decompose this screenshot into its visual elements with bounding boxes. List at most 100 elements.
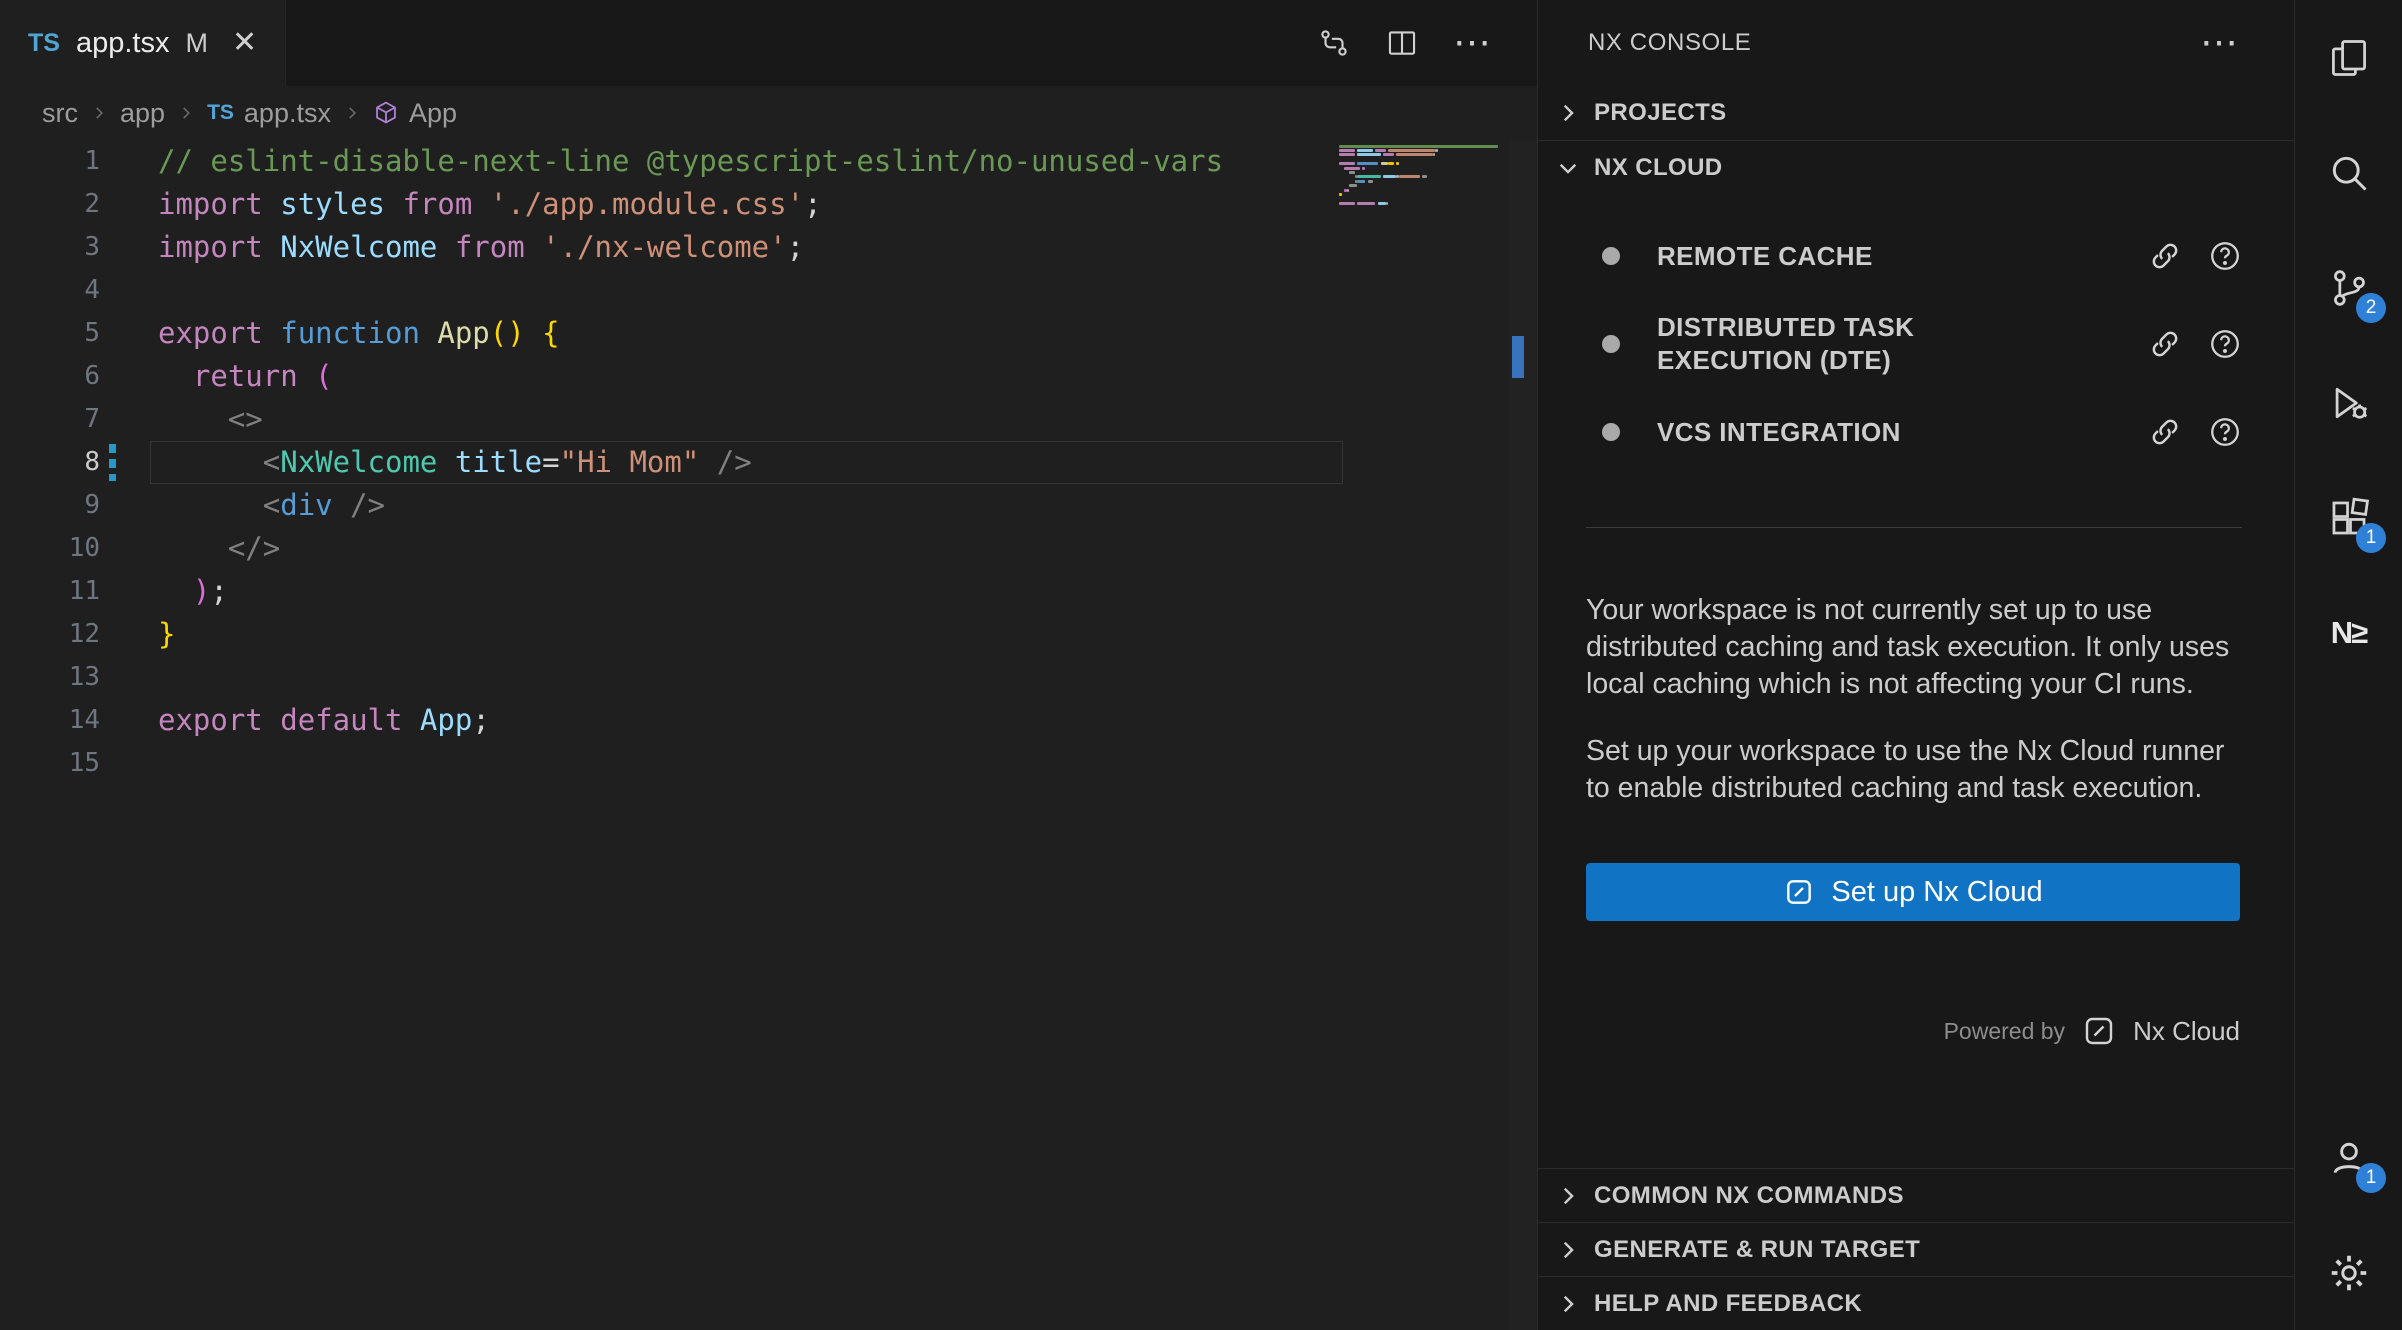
code-text: export function App() { [158,312,560,355]
split-editor-icon[interactable] [1385,26,1419,60]
git-modified-gutter-decoration [109,444,116,481]
close-icon[interactable]: ✕ [232,28,257,58]
section-label: COMMON NX COMMANDS [1594,1182,1904,1210]
activity-bar: 2 1 N≥ 1 [2294,0,2402,1330]
line-number: 12 [0,613,158,656]
code-line[interactable]: 1// eslint-disable-next-line @typescript… [0,140,1537,183]
breadcrumb-item-app[interactable]: app [120,98,165,129]
line-number: 9 [0,484,158,527]
activity-bar-top: 2 1 N≥ [2295,0,2402,690]
line-number: 6 [0,355,158,398]
nx-cloud-items: REMOTE CACHE DISTRIBUTED TASK EXECUTION (… [1538,195,2294,459]
section-label: PROJECTS [1594,99,1727,127]
code-text: <div /> [158,484,385,527]
powered-brand-label: Nx Cloud [2133,1016,2240,1047]
nx-cloud-feature-item: DISTRIBUTED TASK EXECUTION (DTE) [1538,311,2294,377]
line-number: 14 [0,699,158,742]
feature-label: REMOTE CACHE [1657,240,2027,273]
line-number: 3 [0,226,158,269]
section-generate-run-target[interactable]: GENERATE & RUN TARGET [1538,1222,2294,1276]
panel-more-actions-icon[interactable]: ⋯ [2200,24,2240,62]
status-dot-icon [1602,423,1620,441]
code-text: export default App; [158,699,490,742]
connect-link-icon[interactable] [2148,415,2182,449]
section-common-nx-commands[interactable]: COMMON NX COMMANDS [1538,1168,2294,1222]
search-icon[interactable] [2295,115,2402,230]
code-line[interactable]: 14export default App; [0,699,1537,742]
chevron-right-icon [1554,1236,1582,1264]
connect-link-icon[interactable] [2148,239,2182,273]
help-icon[interactable] [2208,327,2242,361]
source-control-icon[interactable]: 2 [2295,230,2402,345]
code-text: import styles from './app.module.css'; [158,183,822,226]
count-badge: 1 [2356,523,2386,553]
symbol-cube-icon [373,100,399,126]
code-line[interactable]: 11 ); [0,570,1537,613]
section-label: NX CLOUD [1594,154,1723,182]
nx-cloud-feature-item: VCS INTEGRATION [1538,405,2294,459]
code-line[interactable]: 7 <> [0,398,1537,441]
settings-icon[interactable] [2295,1215,2402,1330]
tab-app-tsx[interactable]: TS app.tsx M ✕ [0,0,286,86]
code-line[interactable]: 8 <NxWelcome title="Hi Mom" /> [0,441,1537,484]
code-line[interactable]: 13 [0,656,1537,699]
code-line[interactable]: 2import styles from './app.module.css'; [0,183,1537,226]
line-number: 1 [0,140,158,183]
breadcrumb: src app TS app.tsx App [0,86,1537,140]
code-line[interactable]: 3import NxWelcome from './nx-welcome'; [0,226,1537,269]
code-text: } [158,613,175,656]
line-number: 2 [0,183,158,226]
nx-cloud-feature-item: REMOTE CACHE [1538,229,2294,283]
nx-console-icon[interactable]: N≥ [2295,575,2402,690]
description-paragraph: Your workspace is not currently set up t… [1586,592,2242,703]
modified-line-marker [1512,336,1524,378]
section-help-and-feedback[interactable]: HELP AND FEEDBACK [1538,1276,2294,1330]
code-lines: 1// eslint-disable-next-line @typescript… [0,140,1537,785]
minimap-line [1339,205,1507,209]
run-debug-icon[interactable] [2295,345,2402,460]
code-editor[interactable]: 1// eslint-disable-next-line @typescript… [0,140,1537,1330]
status-dot-icon [1602,335,1620,353]
section-projects[interactable]: PROJECTS [1538,86,2294,140]
panel-title: NX CONSOLE [1588,29,1751,57]
code-line[interactable]: 12} [0,613,1537,656]
nx-cloud-description: Your workspace is not currently set up t… [1538,528,2294,807]
help-icon[interactable] [2208,239,2242,273]
code-text: import NxWelcome from './nx-welcome'; [158,226,804,269]
code-line[interactable]: 9 <div /> [0,484,1537,527]
setup-nx-cloud-button[interactable]: Set up Nx Cloud [1586,863,2240,921]
accounts-icon[interactable]: 1 [2295,1100,2402,1215]
more-actions-icon[interactable]: ⋯ [1453,24,1493,62]
count-badge: 2 [2356,293,2386,323]
breadcrumb-item-src[interactable]: src [42,98,78,129]
typescript-file-icon: TS [28,29,60,58]
section-label: GENERATE & RUN TARGET [1594,1236,1920,1264]
code-line[interactable]: 15 [0,742,1537,785]
section-nx-cloud[interactable]: NX CLOUD [1538,140,2294,195]
nx-cloud-content: REMOTE CACHE DISTRIBUTED TASK EXECUTION (… [1538,195,2294,1168]
open-changes-icon[interactable] [1317,26,1351,60]
section-label: HELP AND FEEDBACK [1594,1290,1862,1318]
help-icon[interactable] [2208,415,2242,449]
code-line[interactable]: 6 return ( [0,355,1537,398]
line-number: 10 [0,527,158,570]
line-number: 15 [0,742,158,785]
chevron-right-icon [177,104,195,122]
line-number: 13 [0,656,158,699]
editor-scrollbar[interactable] [1509,140,1537,1330]
nx-cloud-logo-icon [1783,876,1815,908]
button-label: Set up Nx Cloud [1831,876,2042,909]
minimap[interactable] [1339,140,1507,210]
code-text: // eslint-disable-next-line @typescript-… [158,140,1223,183]
connect-link-icon[interactable] [2148,327,2182,361]
code-line[interactable]: 10 </> [0,527,1537,570]
breadcrumb-item-file[interactable]: TS app.tsx [207,98,331,129]
breadcrumb-item-symbol[interactable]: App [373,98,457,129]
code-text: </> [158,527,280,570]
extensions-icon[interactable]: 1 [2295,460,2402,575]
explorer-icon[interactable] [2295,0,2402,115]
code-text: <> [158,398,263,441]
code-line[interactable]: 5export function App() { [0,312,1537,355]
code-line[interactable]: 4 [0,269,1537,312]
line-number: 8 [0,441,158,484]
